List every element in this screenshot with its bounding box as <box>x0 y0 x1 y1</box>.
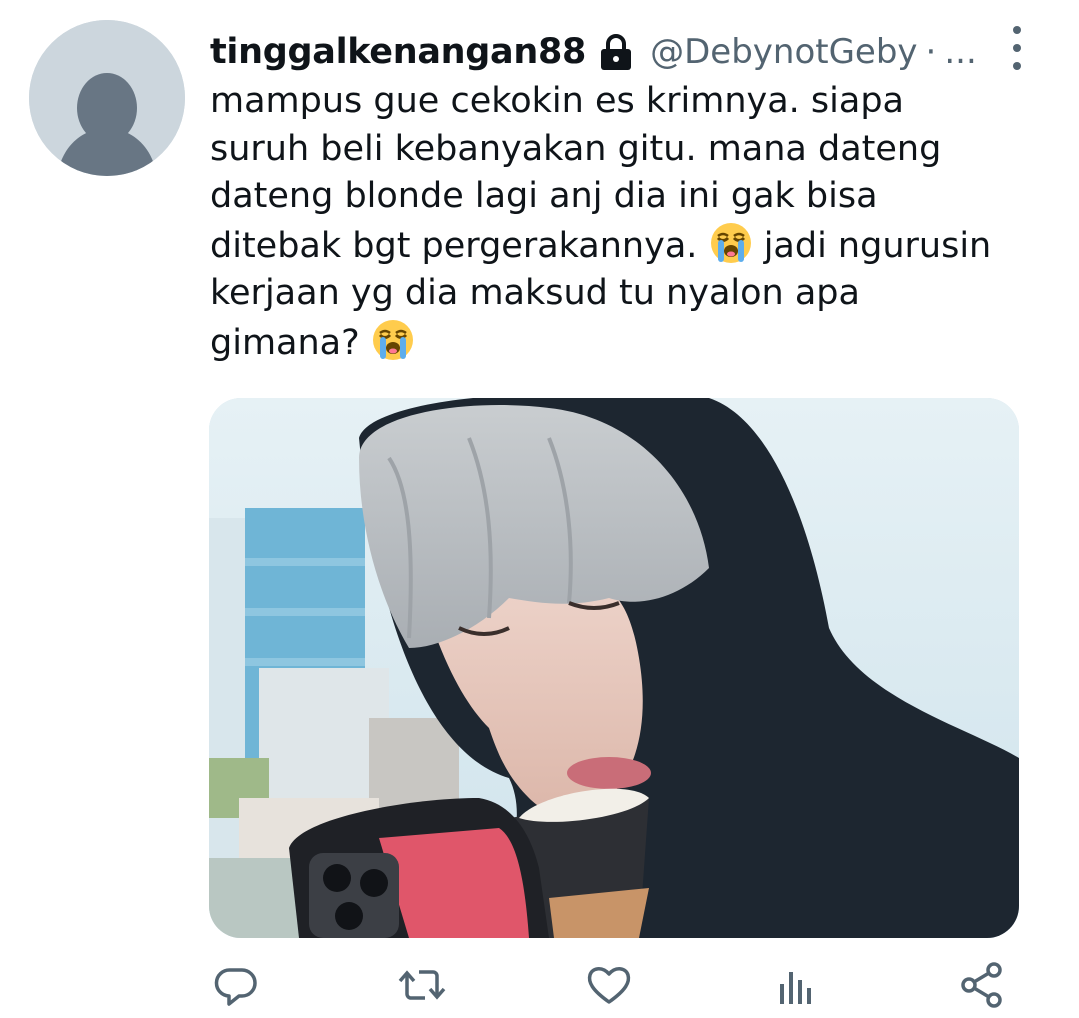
dot <box>1013 26 1021 34</box>
tweet-text-line: mampus gue cekokin es krimnya. siapa <box>210 81 905 121</box>
tweet-photo[interactable] <box>209 398 1019 938</box>
tweet-text-segment: gimana? <box>210 322 360 363</box>
default-profile-avatar-icon <box>29 20 185 176</box>
more-options-icon[interactable] <box>1000 26 1034 70</box>
timestamp[interactable]: ... <box>944 32 976 72</box>
tweet-text-line: kerjaan yg dia maksud tu nyalon apa <box>210 273 860 313</box>
handle[interactable]: @DebynotGeby <box>650 32 917 72</box>
display-name[interactable]: tinggalkenangan88 <box>210 32 586 72</box>
tweet-text-line: gimana? <box>210 318 1050 368</box>
retweet-icon[interactable] <box>397 960 447 1010</box>
dot <box>1013 44 1021 52</box>
tweet-text-segment: jadi ngurusin <box>763 225 992 266</box>
dot <box>1013 62 1021 70</box>
reply-icon[interactable] <box>210 960 260 1010</box>
avatar[interactable] <box>29 20 185 176</box>
separator: · <box>925 32 937 72</box>
lock-icon <box>596 32 636 72</box>
analytics-icon[interactable] <box>771 960 821 1010</box>
tweet-actions <box>210 960 1010 1014</box>
like-icon[interactable] <box>584 960 634 1010</box>
loudly-crying-face-icon <box>709 221 753 265</box>
tweet-text-line: dateng blonde lagi anj dia ini gak bisa <box>210 176 878 216</box>
photo-illustration <box>209 398 1019 938</box>
tweet-text: mampus gue cekokin es krimnya. siapa sur… <box>210 78 1050 367</box>
tweet-text-line: suruh beli kebanyakan gitu. mana dateng <box>210 128 942 169</box>
tweet-text-segment: ditebak bgt pergerakannya. <box>210 225 698 266</box>
tweet-text-line: ditebak bgt pergerakannya. jadi ngurusin <box>210 221 1050 271</box>
share-icon[interactable] <box>958 960 1008 1010</box>
loudly-crying-face-icon <box>371 318 415 362</box>
tweet-header: tinggalkenangan88 @DebynotGeby · ... <box>210 24 1010 80</box>
